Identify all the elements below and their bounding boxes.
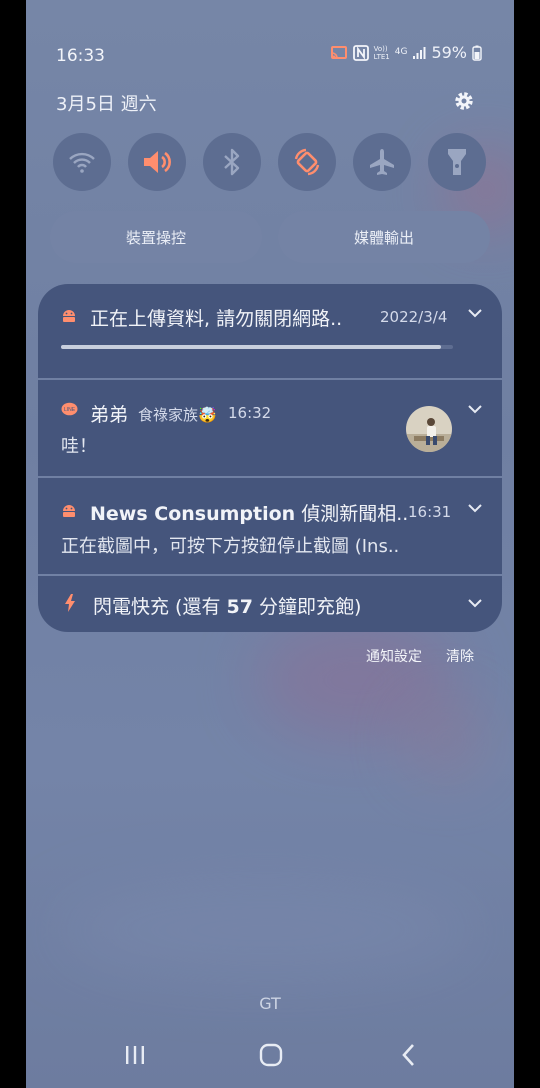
media-output-button[interactable]: 媒體輸出: [278, 211, 490, 263]
flashlight-icon: [448, 149, 466, 175]
charging-text: 閃電快充 (還有 57 分鐘即充飽): [93, 592, 361, 619]
auto-rotate-icon: [294, 148, 320, 176]
airplane-icon: [370, 149, 394, 175]
lte-text: LTE1: [373, 52, 390, 61]
notification-title: 正在上傳資料, 請勿關閉網路..: [90, 308, 343, 330]
clock: 16:33: [56, 46, 105, 66]
recents-icon[interactable]: [120, 1040, 150, 1070]
notification-actions: 通知設定 清除: [366, 646, 474, 666]
status-icons: Vo)) LTE1 4G 59%: [330, 43, 482, 62]
screen: 16:33 Vo)) LTE1 4G 59% 3月5日 週六 裝置操控 媒體輸出…: [26, 0, 514, 1088]
signal-icon: [413, 46, 426, 59]
bluetooth-icon: [224, 148, 240, 176]
chevron-down-icon[interactable]: [468, 404, 482, 414]
background-label: GT: [259, 994, 281, 1013]
bluetooth-toggle[interactable]: [203, 133, 261, 191]
message-group: 食祿家族🤯: [138, 406, 217, 424]
notification-text: 正在截圖中，可按下方按鈕停止截圖 (Ins..: [61, 536, 400, 557]
notification-panel: 正在上傳資料, 請勿關閉網路.. 2022/3/4 LINE 弟弟 食祿家族🤯 …: [38, 284, 502, 632]
upload-progress-fill: [61, 345, 442, 349]
date-label: 3月5日 週六: [56, 94, 157, 115]
avatar: [406, 406, 452, 452]
airplane-toggle[interactable]: [353, 133, 411, 191]
notification-settings-link[interactable]: 通知設定: [366, 646, 422, 666]
notification-news-consumption[interactable]: News Consumption 偵測新聞相.. 16:31 正在截圖中，可按下…: [38, 478, 502, 574]
android-icon: [63, 505, 75, 517]
charging-minutes: 57: [226, 596, 253, 618]
battery-percent: 59%: [431, 43, 467, 62]
network-type: 4G: [394, 47, 408, 57]
device-control-button[interactable]: 裝置操控: [50, 211, 262, 263]
android-icon: [63, 310, 75, 322]
line-icon: LINE: [61, 402, 78, 416]
notification-message[interactable]: LINE 弟弟 食祿家族🤯 16:32 哇！: [38, 380, 502, 476]
flashlight-toggle[interactable]: [428, 133, 486, 191]
notification-time: 16:32: [228, 404, 272, 422]
chevron-down-icon[interactable]: [468, 308, 482, 318]
charging-suffix: 分鐘即充飽): [259, 596, 362, 618]
clear-all-link[interactable]: 清除: [446, 646, 474, 666]
message-text: 哇！: [61, 436, 97, 457]
cast-icon: [330, 45, 347, 59]
upload-progress-track: [61, 345, 453, 349]
notification-title-rest: 偵測新聞相..: [301, 503, 409, 525]
back-icon[interactable]: [394, 1040, 424, 1070]
bg-blur: [406, 700, 486, 780]
charging-prefix: 閃電快充 (還有: [93, 596, 221, 618]
notification-upload[interactable]: 正在上傳資料, 請勿關閉網路.. 2022/3/4: [38, 284, 502, 378]
chevron-down-icon[interactable]: [468, 598, 482, 608]
bolt-icon: [65, 594, 75, 612]
notification-time: 2022/3/4: [380, 308, 448, 326]
wifi-toggle[interactable]: [53, 133, 111, 191]
svg-text:LINE: LINE: [64, 407, 76, 413]
message-sender: 弟弟: [90, 404, 129, 426]
volte-text: Vo)): [373, 44, 388, 53]
auto-rotate-toggle[interactable]: [278, 133, 336, 191]
bg-blur: [56, 880, 476, 980]
notification-time: 16:31: [408, 503, 452, 521]
home-icon[interactable]: [256, 1040, 286, 1070]
sound-icon: [144, 151, 171, 173]
notification-charging[interactable]: 閃電快充 (還有 57 分鐘即充飽): [38, 576, 502, 632]
chevron-down-icon[interactable]: [468, 503, 482, 513]
notification-title: News Consumption 偵測新聞相..: [90, 499, 408, 526]
status-bar: 16:33 Vo)) LTE1 4G 59%: [26, 40, 514, 72]
nfc-icon: [352, 44, 369, 61]
app-name: News Consumption: [90, 503, 296, 525]
volte-indicator: Vo)) LTE1: [374, 45, 390, 61]
sound-toggle[interactable]: [128, 133, 186, 191]
settings-gear-icon[interactable]: [452, 89, 476, 113]
battery-icon: [472, 45, 482, 61]
navigation-bar: [26, 1024, 514, 1088]
wifi-icon: [69, 152, 95, 173]
